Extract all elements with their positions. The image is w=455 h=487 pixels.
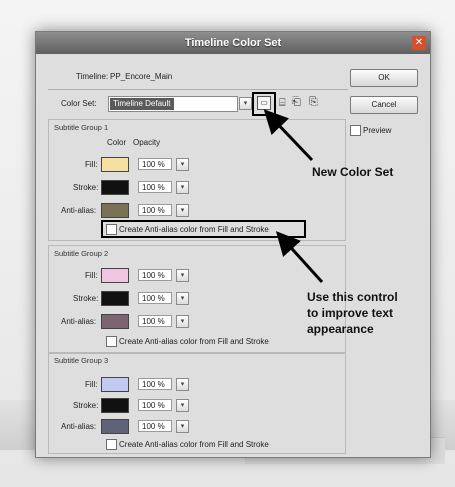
delete-color-set-icon[interactable]: ⌸ (279, 96, 286, 110)
antialias-opacity-field[interactable]: 100 % (138, 204, 172, 216)
antialias-color-swatch[interactable] (101, 419, 129, 434)
export-color-set-icon[interactable]: ⎘ (309, 95, 318, 109)
create-antialias-checkbox[interactable] (106, 336, 117, 347)
stroke-opacity-dropdown-icon[interactable]: ▾ (176, 292, 189, 305)
fill-color-swatch[interactable] (101, 268, 129, 283)
stroke-opacity-dropdown-icon[interactable]: ▾ (176, 181, 189, 194)
preview-label: Preview (363, 126, 392, 135)
stroke-color-swatch[interactable] (101, 180, 129, 195)
ok-button[interactable]: OK (350, 69, 418, 87)
group-title: Subtitle Group 3 (54, 356, 109, 365)
stroke-color-swatch[interactable] (101, 398, 129, 413)
timeline-label: Timeline: (76, 72, 109, 81)
fill-opacity-dropdown-icon[interactable]: ▾ (176, 269, 189, 282)
antialias-opacity-field[interactable]: 100 % (138, 315, 172, 327)
antialias-opacity-dropdown-icon[interactable]: ▾ (176, 420, 189, 433)
antialias-color-swatch[interactable] (101, 314, 129, 329)
fill-opacity-dropdown-icon[interactable]: ▾ (176, 378, 189, 391)
group-title: Subtitle Group 2 (54, 249, 109, 258)
stroke-label: Stroke: (73, 294, 99, 303)
callout-new-color-set: New Color Set (312, 165, 394, 179)
antialias-opacity-dropdown-icon[interactable]: ▾ (176, 204, 189, 217)
callout-control-line1: Use this control (307, 290, 398, 304)
subtitle-group-2: Subtitle Group 2 Fill: 100 % ▾ Stroke: 1… (48, 245, 346, 354)
colorset-dropdown-icon[interactable]: ▾ (239, 97, 252, 110)
separator (48, 89, 348, 90)
create-antialias-checkbox[interactable] (106, 439, 117, 450)
fill-opacity-field[interactable]: 100 % (138, 378, 172, 390)
antialias-label: Anti-alias: (61, 317, 97, 326)
stroke-opacity-field[interactable]: 100 % (138, 181, 172, 193)
subtitle-group-3: Subtitle Group 3 Fill: 100 % ▾ Stroke: 1… (48, 352, 346, 454)
timeline-color-set-dialog: Timeline Color Set ✕ Timeline: PP_Encore… (35, 31, 431, 458)
antialias-label: Anti-alias: (61, 206, 97, 215)
stroke-opacity-dropdown-icon[interactable]: ▾ (176, 399, 189, 412)
stroke-color-swatch[interactable] (101, 291, 129, 306)
colorset-label: Color Set: (61, 99, 97, 108)
fill-color-swatch[interactable] (101, 377, 129, 392)
fill-label: Fill: (85, 271, 98, 280)
opacity-column-header: Opacity (133, 138, 161, 147)
fill-label: Fill: (85, 160, 98, 169)
create-antialias-label: Create Anti-alias color from Fill and St… (119, 337, 269, 346)
fill-label: Fill: (85, 380, 98, 389)
fill-color-swatch[interactable] (101, 157, 129, 172)
stroke-label: Stroke: (73, 183, 99, 192)
stroke-opacity-field[interactable]: 100 % (138, 292, 172, 304)
preview-checkbox[interactable] (350, 125, 361, 136)
stroke-label: Stroke: (73, 401, 99, 410)
create-antialias-label: Create Anti-alias color from Fill and St… (119, 440, 269, 449)
color-column-header: Color (107, 138, 127, 147)
import-color-set-icon[interactable]: ⎗ (292, 95, 301, 109)
highlight-box-new-color-set (252, 92, 276, 116)
colorset-select[interactable]: Timeline Default (108, 96, 238, 112)
colorset-selected: Timeline Default (110, 98, 174, 110)
stroke-opacity-field[interactable]: 100 % (138, 399, 172, 411)
callout-control-line2: to improve text (307, 306, 394, 320)
highlight-box-antialias (101, 220, 306, 238)
group-title: Subtitle Group 1 (54, 123, 109, 132)
fill-opacity-field[interactable]: 100 % (138, 158, 172, 170)
close-icon[interactable]: ✕ (412, 36, 426, 50)
callout-control-line3: appearance (307, 322, 374, 336)
cancel-button[interactable]: Cancel (350, 96, 418, 114)
antialias-label: Anti-alias: (61, 422, 97, 431)
antialias-opacity-dropdown-icon[interactable]: ▾ (176, 315, 189, 328)
antialias-color-swatch[interactable] (101, 203, 129, 218)
fill-opacity-dropdown-icon[interactable]: ▾ (176, 158, 189, 171)
timeline-value: PP_Encore_Main (110, 72, 173, 81)
dialog-title: Timeline Color Set (36, 32, 430, 54)
antialias-opacity-field[interactable]: 100 % (138, 420, 172, 432)
fill-opacity-field[interactable]: 100 % (138, 269, 172, 281)
